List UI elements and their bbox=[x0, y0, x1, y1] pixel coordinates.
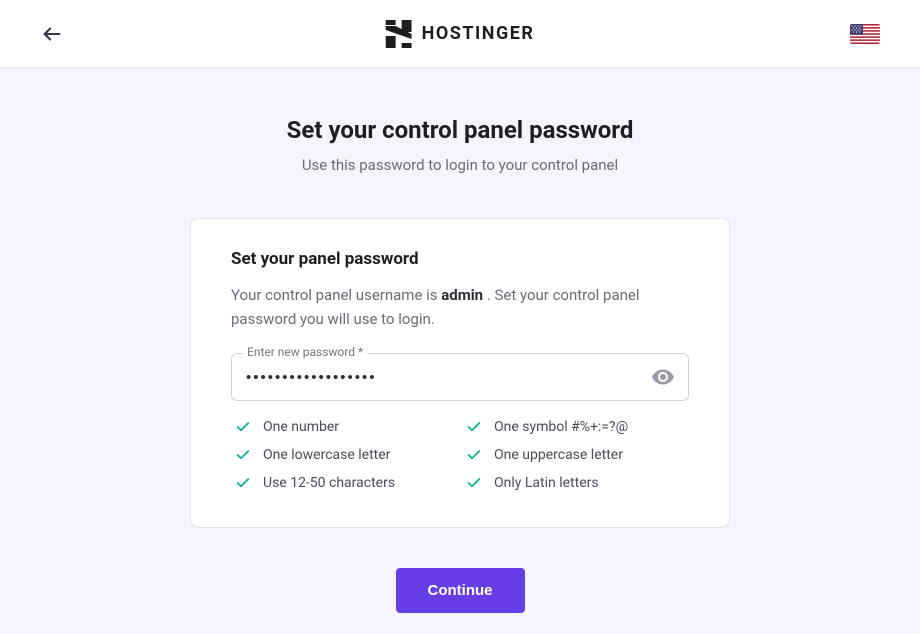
locale-switcher[interactable] bbox=[850, 24, 880, 44]
password-card: Set your panel password Your control pan… bbox=[190, 218, 730, 528]
rule-text: One symbol #%+:=?@ bbox=[494, 419, 628, 435]
rule-item: One uppercase letter bbox=[466, 447, 689, 463]
rule-text: Only Latin letters bbox=[494, 475, 599, 491]
check-icon bbox=[235, 419, 251, 435]
rule-item: One number bbox=[235, 419, 458, 435]
arrow-left-icon bbox=[41, 23, 63, 45]
toggle-password-visibility-button[interactable] bbox=[649, 363, 677, 391]
eye-icon bbox=[651, 365, 675, 389]
check-icon bbox=[466, 447, 482, 463]
brand-logo: HOSTINGER bbox=[386, 20, 535, 48]
username-label: admin bbox=[441, 286, 483, 304]
rule-text: One lowercase letter bbox=[263, 447, 390, 463]
check-icon bbox=[466, 475, 482, 491]
password-input-wrap: Enter new password * bbox=[231, 353, 689, 401]
hostinger-mark-icon bbox=[386, 20, 412, 48]
page-subtitle: Use this password to login to your contr… bbox=[302, 156, 618, 174]
rule-item: One lowercase letter bbox=[235, 447, 458, 463]
card-description: Your control panel username is admin . S… bbox=[231, 283, 689, 331]
check-icon bbox=[235, 447, 251, 463]
card-title: Set your panel password bbox=[231, 249, 689, 269]
check-icon bbox=[235, 475, 251, 491]
continue-button[interactable]: Continue bbox=[396, 568, 525, 613]
rule-text: Use 12-50 characters bbox=[263, 475, 395, 491]
header: HOSTINGER bbox=[0, 0, 920, 68]
password-input-label: Enter new password * bbox=[243, 345, 367, 359]
rule-item: Use 12-50 characters bbox=[235, 475, 458, 491]
password-input[interactable] bbox=[231, 353, 689, 401]
page-title: Set your control panel password bbox=[287, 116, 634, 144]
brand-name: HOSTINGER bbox=[422, 23, 535, 44]
rule-text: One uppercase letter bbox=[494, 447, 623, 463]
flag-us-icon bbox=[850, 24, 880, 44]
password-rules: One number One symbol #%+:=?@ One lowerc… bbox=[231, 419, 689, 491]
check-icon bbox=[466, 419, 482, 435]
rule-item: One symbol #%+:=?@ bbox=[466, 419, 689, 435]
rule-text: One number bbox=[263, 419, 339, 435]
desc-prefix: Your control panel username is bbox=[231, 286, 441, 304]
main-content: Set your control panel password Use this… bbox=[0, 68, 920, 613]
back-button[interactable] bbox=[40, 22, 64, 46]
rule-item: Only Latin letters bbox=[466, 475, 689, 491]
